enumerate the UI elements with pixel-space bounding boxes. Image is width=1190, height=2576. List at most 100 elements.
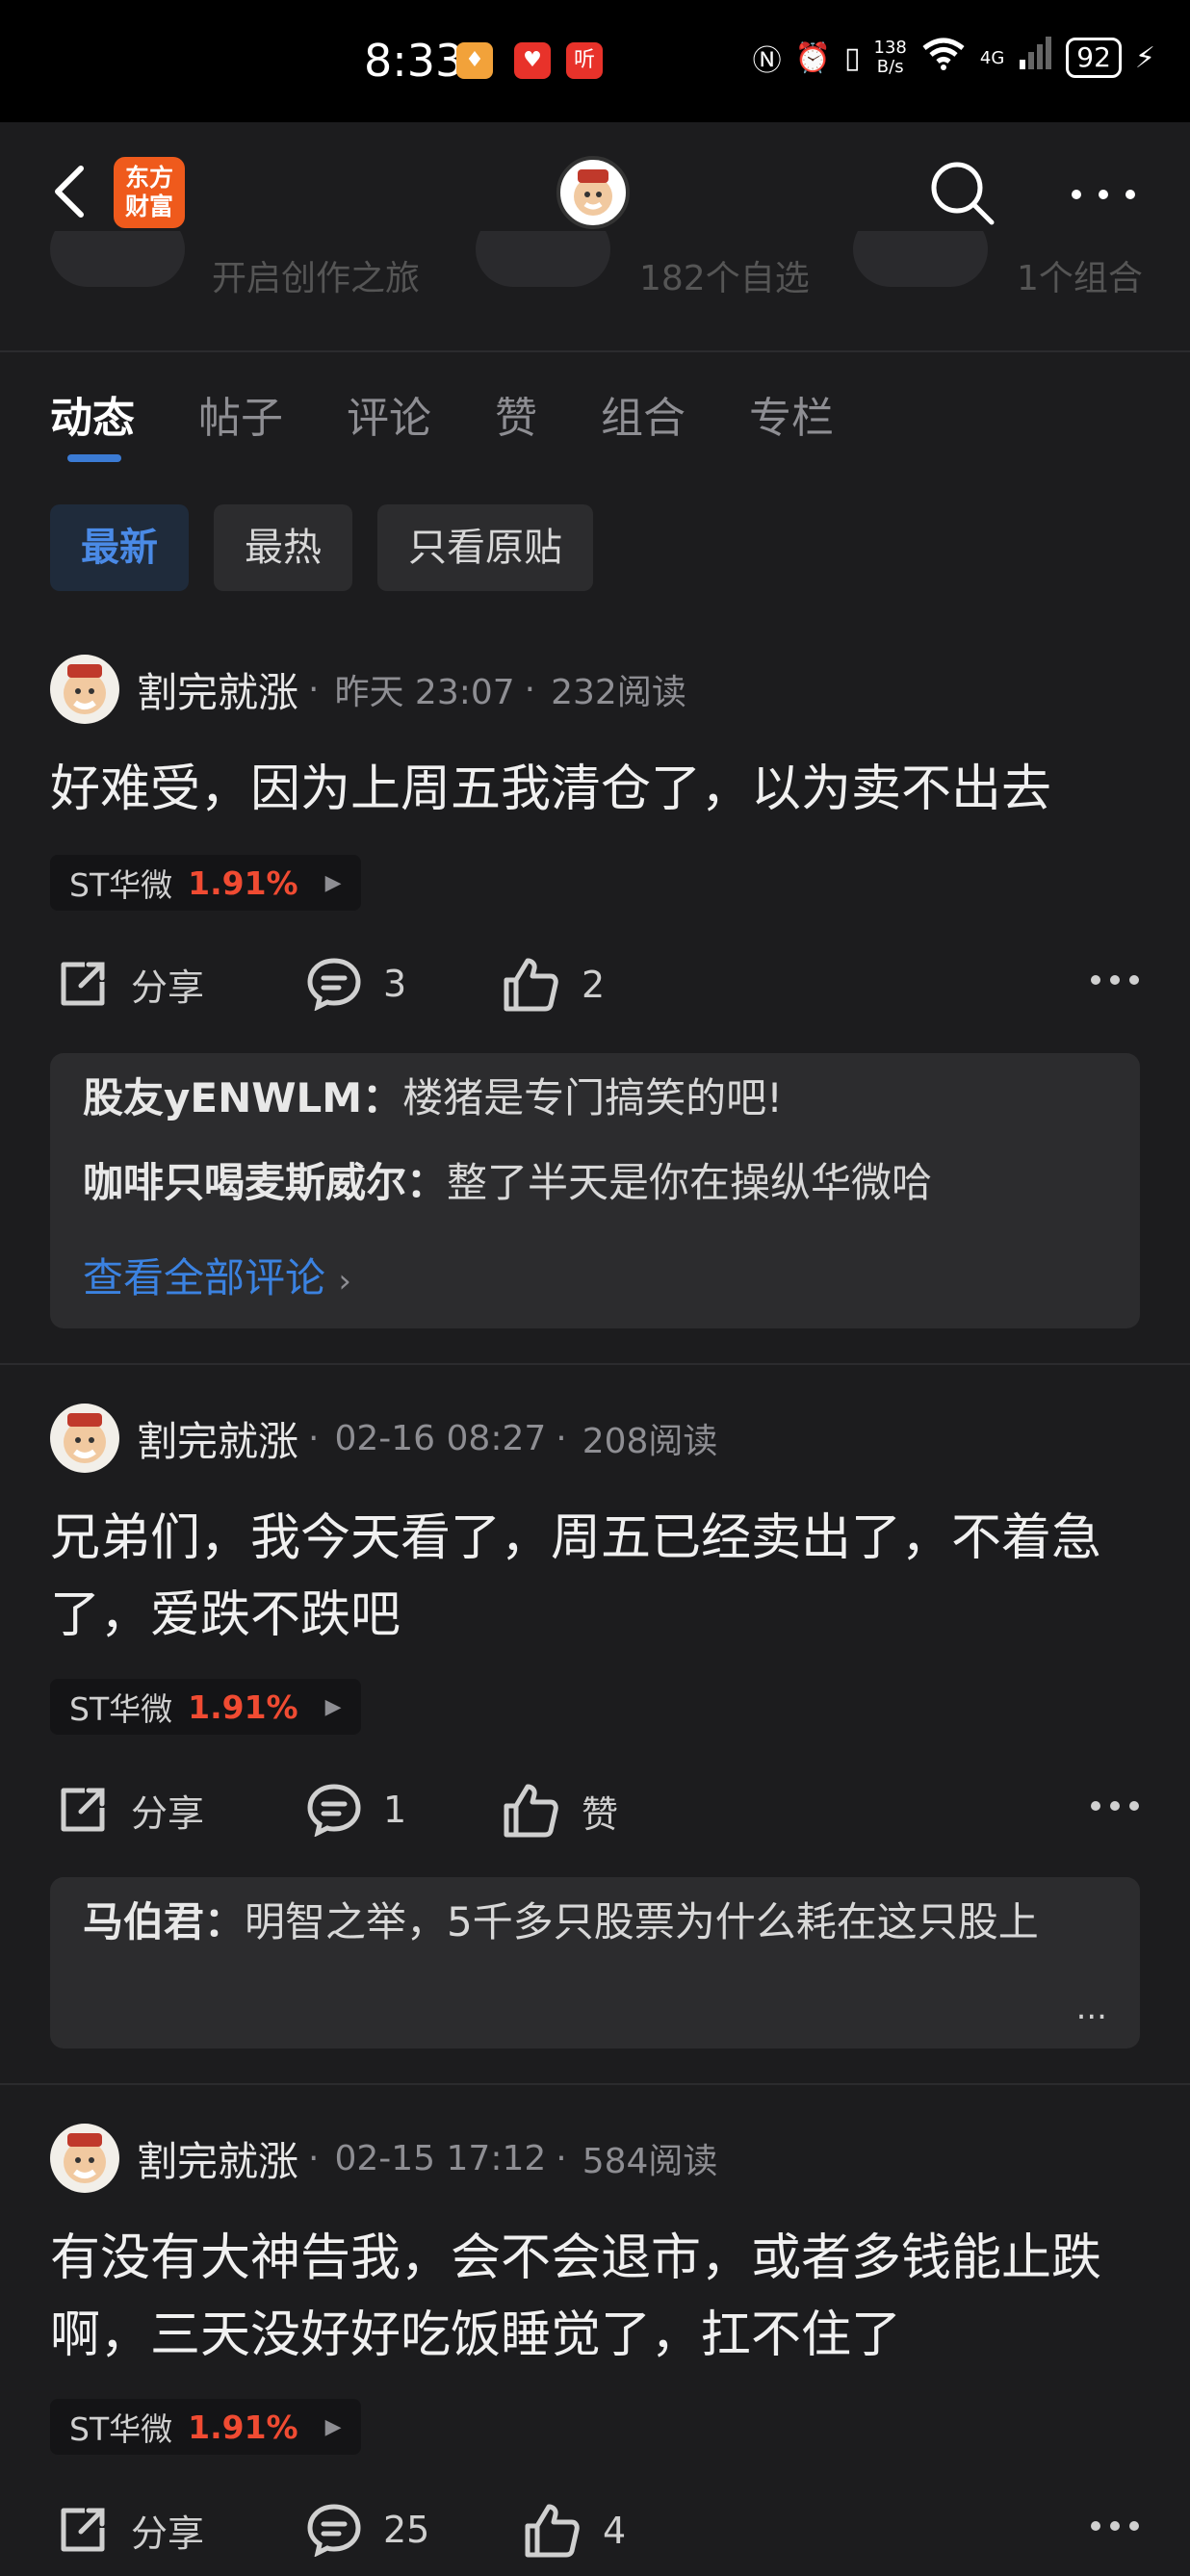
thumbs-up-icon: [525, 2504, 580, 2558]
post-header: 割完就涨 · 02-16 08:27 · 208阅读: [50, 1404, 717, 1473]
separator: ·: [308, 2138, 320, 2178]
comment-button[interactable]: 25: [306, 2503, 429, 2557]
post-card: 割完就涨 · 02-15 17:12 · 584阅读 有没有大神告我，会不会退市…: [0, 2124, 1190, 2576]
separator: ·: [308, 1418, 320, 1458]
post-time: 昨天 23:07: [334, 673, 515, 712]
comment-button[interactable]: 3: [306, 957, 406, 1011]
divider: [0, 1363, 1190, 1365]
status-time: 8:33: [364, 35, 464, 87]
profile-avatar[interactable]: [556, 156, 630, 229]
separator: ·: [308, 669, 320, 709]
thumbs-up-icon: [504, 1784, 558, 1838]
battery-level: 92: [1066, 38, 1122, 78]
view-all-comments-link[interactable]: 查看全部评论 ›: [83, 1246, 351, 1304]
stat-pill[interactable]: [50, 231, 185, 287]
more-button[interactable]: [1069, 180, 1138, 209]
stat-pill[interactable]: [476, 231, 610, 287]
author-name[interactable]: 割完就涨: [137, 2129, 298, 2188]
like-button[interactable]: 赞: [503, 1783, 618, 1839]
network-type: 4G: [979, 47, 1005, 68]
comment-item[interactable]: 马伯君：明智之举，5千多只股票为什么耗在这只股上: [83, 1891, 1113, 1954]
stat-pill[interactable]: [853, 231, 988, 287]
comment-item[interactable]: 股友yENWLM：楼猪是专门搞笑的吧!: [83, 1067, 1113, 1130]
post-text[interactable]: 兄弟们，我今天看了，周五已经卖出了，不着急了，爱跌不跌吧: [50, 1500, 1140, 1654]
filter-hottest[interactable]: 最热: [214, 504, 352, 591]
more-dots-icon: [1091, 1801, 1139, 1811]
app-logo[interactable]: 东方 财富: [114, 157, 185, 228]
tab-portfolio[interactable]: 组合: [601, 383, 686, 445]
post-header: 割完就涨 · 02-15 17:12 · 584阅读: [50, 2124, 717, 2193]
stat-portfolio[interactable]: 1个组合: [1017, 250, 1143, 300]
like-button[interactable]: 4: [524, 2503, 626, 2559]
post-text[interactable]: 有没有大神告我，会不会退市，或者多钱能止跌啊，三天没好好吃饭睡觉了，扛不住了: [50, 2220, 1140, 2374]
post-actions: 分享 3 2: [50, 957, 1140, 1024]
divider: [0, 350, 1190, 352]
tab-posts[interactable]: 帖子: [198, 383, 283, 445]
comment-bubble-icon: [307, 1784, 361, 1837]
comment-bubble-icon: [307, 2504, 361, 2557]
post-time: 02-16 08:27: [334, 1418, 547, 1458]
profile-stats-strip: 开启创作之旅 182个自选 1个组合: [0, 231, 1190, 304]
post-card: 割完就涨 · 昨天 23:07 · 232阅读 好难受，因为上周五我清仓了，以为…: [0, 655, 1190, 1367]
share-icon: [61, 2508, 105, 2552]
author-avatar[interactable]: [50, 2124, 119, 2193]
stock-change: 1.91%: [188, 1687, 298, 1726]
filter-latest[interactable]: 最新: [50, 504, 189, 591]
stock-tag[interactable]: ST华微 1.91% ▶: [50, 855, 361, 911]
post-text[interactable]: 好难受，因为上周五我清仓了，以为卖不出去: [50, 751, 1140, 828]
tab-comments[interactable]: 评论: [347, 383, 431, 445]
god-of-wealth-avatar-icon: [64, 664, 106, 714]
post-actions: 分享 1 赞: [50, 1783, 1140, 1850]
share-button[interactable]: 分享: [56, 2503, 204, 2557]
comment-preview-box[interactable]: 股友yENWLM：楼猪是专门搞笑的吧! 咖啡只喝麦斯威尔：整了半天是你在操纵华微…: [50, 1053, 1140, 1328]
comment-button[interactable]: 1: [306, 1783, 406, 1837]
stock-change: 1.91%: [188, 2408, 298, 2446]
stock-name: ST华微: [69, 866, 173, 904]
comment-preview-box[interactable]: 马伯君：明智之举，5千多只股票为什么耗在这只股上 ...: [50, 1877, 1140, 2048]
back-button[interactable]: [48, 163, 91, 220]
share-icon: [61, 1788, 105, 1832]
post-time: 02-15 17:12: [334, 2138, 547, 2178]
stat-creation[interactable]: 开启创作之旅: [212, 250, 420, 300]
stat-watchlist[interactable]: 182个自选: [639, 250, 810, 300]
author-avatar[interactable]: [50, 1404, 119, 1473]
chevron-right-icon: ›: [338, 1262, 351, 1301]
comment-ellipsis: ...: [1075, 1989, 1107, 2027]
tab-columns[interactable]: 专栏: [749, 383, 834, 445]
separator: ·: [556, 2138, 567, 2178]
status-icons: Ⓝ ⏰ ▯ 138 B/s 4G 92 ⚡: [753, 37, 1155, 79]
search-icon: [931, 162, 995, 225]
post-more-button[interactable]: [1090, 972, 1140, 991]
alarm-icon: ⏰: [794, 40, 831, 75]
post-more-button[interactable]: [1090, 2518, 1140, 2537]
nfc-icon: Ⓝ: [752, 44, 782, 78]
stock-name: ST华微: [69, 2410, 173, 2448]
search-button[interactable]: [928, 159, 997, 228]
tab-likes[interactable]: 赞: [495, 383, 537, 445]
post-reads: 232阅读: [551, 673, 686, 712]
god-of-wealth-avatar-icon: [574, 169, 612, 216]
filter-original-only[interactable]: 只看原贴: [377, 504, 593, 591]
like-button[interactable]: 2: [503, 957, 605, 1013]
comment-item[interactable]: 咖啡只喝麦斯威尔：整了半天是你在操纵华微哈: [83, 1151, 1113, 1215]
god-of-wealth-avatar-icon: [64, 1413, 106, 1463]
more-dots-icon: [1072, 190, 1135, 199]
status-bar: 8:33 ♦ ♥ 听 Ⓝ ⏰ ▯ 138 B/s 4G 92 ⚡: [0, 0, 1190, 122]
author-name[interactable]: 割完就涨: [137, 660, 298, 719]
stock-name: ST华微: [69, 1690, 173, 1728]
post-more-button[interactable]: [1090, 1798, 1140, 1816]
stock-tag[interactable]: ST华微 1.91% ▶: [50, 2399, 361, 2455]
stock-tag[interactable]: ST华微 1.91% ▶: [50, 1679, 361, 1735]
more-dots-icon: [1091, 2521, 1139, 2531]
share-button[interactable]: 分享: [56, 957, 204, 1011]
post-reads: 584阅读: [582, 2142, 718, 2181]
notification-listen-icon: 听: [566, 42, 603, 79]
post-card: 割完就涨 · 02-16 08:27 · 208阅读 兄弟们，我今天看了，周五已…: [0, 1404, 1190, 2077]
comment-bubble-icon: [307, 958, 361, 1011]
separator: ·: [524, 669, 536, 709]
tab-dynamics[interactable]: 动态: [50, 383, 135, 462]
author-name[interactable]: 割完就涨: [137, 1409, 298, 1468]
content-tabs: 动态 帖子 评论 赞 组合 专栏: [50, 383, 897, 462]
share-button[interactable]: 分享: [56, 1783, 204, 1837]
author-avatar[interactable]: [50, 655, 119, 724]
